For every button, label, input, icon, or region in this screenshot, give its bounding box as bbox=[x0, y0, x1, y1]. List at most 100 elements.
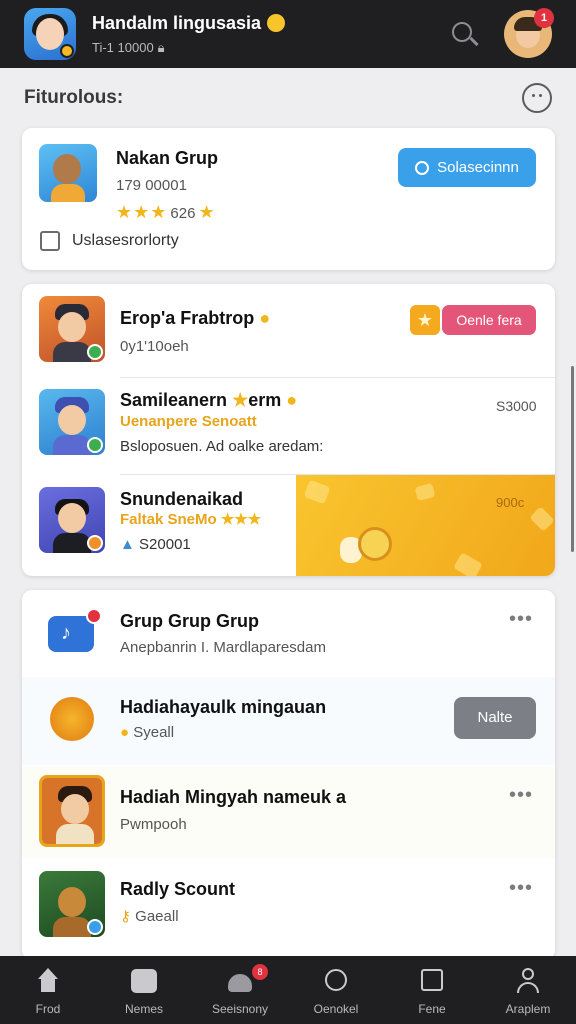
more-icon[interactable]: ••• bbox=[509, 877, 533, 900]
group-action-button[interactable]: Nalte bbox=[454, 697, 536, 739]
featured-rating: ★★★ 626 ★ bbox=[116, 202, 216, 223]
nav-label: Araplem bbox=[505, 1002, 551, 1016]
thumb-body bbox=[53, 533, 91, 553]
promo-banner[interactable]: 900c bbox=[296, 475, 555, 576]
list-item-accent: Uenanpere Senoatt bbox=[120, 413, 257, 430]
group-sub-text: Gaeall bbox=[135, 908, 179, 925]
star-icon: ★ bbox=[232, 390, 249, 410]
checkbox-label: Uslasesrorlorty bbox=[72, 232, 179, 249]
music-icon: ♪ bbox=[48, 608, 102, 652]
nav-item-home[interactable]: Frod bbox=[0, 956, 96, 1024]
top-bar: Handalm lingusasia Ti-1 10000 🔒︎ 1 bbox=[0, 0, 576, 68]
list-item-title: Snundenaikad bbox=[120, 489, 244, 509]
rating-value: 626 bbox=[170, 205, 196, 222]
lock-icon: 🔒︎ bbox=[157, 39, 165, 55]
group-thumbnail bbox=[39, 775, 105, 847]
list-item[interactable]: ♪ Grup Grup Grup Anepbanrin I. Mardlapar… bbox=[22, 590, 555, 676]
avatar-face bbox=[36, 18, 64, 50]
featured-action-button[interactable]: Solasecinnn bbox=[398, 148, 536, 187]
user-avatar[interactable]: 1 bbox=[504, 8, 554, 58]
confetti-shape bbox=[453, 552, 483, 576]
thumb-head bbox=[58, 503, 86, 533]
note-glyph: ♪ bbox=[61, 622, 71, 644]
list-item-sub: ▲ S20001 bbox=[120, 536, 191, 553]
confetti-shape bbox=[529, 506, 555, 532]
key-icon: ⚷ bbox=[120, 908, 131, 925]
nav-badge: 8 bbox=[252, 964, 268, 980]
thumb-body bbox=[53, 342, 91, 362]
edit-frame bbox=[421, 969, 443, 991]
thumb-body bbox=[56, 824, 94, 844]
alert-badge bbox=[86, 608, 102, 624]
option-checkbox[interactable] bbox=[40, 231, 60, 251]
more-icon[interactable]: ••• bbox=[509, 608, 533, 631]
group-thumbnail bbox=[39, 871, 105, 937]
game-tile bbox=[131, 969, 157, 993]
group-sub: ● Syeall bbox=[120, 724, 174, 741]
confetti-shape bbox=[303, 479, 331, 505]
group-title: Radly Scount bbox=[120, 879, 236, 899]
title-block: Handalm lingusasia Ti-1 10000 🔒︎ bbox=[92, 13, 446, 56]
list-item-sub-text: S20001 bbox=[139, 536, 191, 553]
profile-head bbox=[522, 968, 534, 980]
mascot-head bbox=[53, 154, 81, 184]
coin-icon bbox=[60, 44, 74, 58]
people-shape bbox=[228, 974, 252, 992]
emoji-button[interactable] bbox=[522, 83, 552, 113]
app-title-row: Handalm lingusasia bbox=[92, 13, 446, 34]
featured-meta: 179 00001 bbox=[116, 177, 187, 194]
list-item-accent: Faltak SneMo ★★★ bbox=[120, 510, 261, 528]
list-item-title: Erop'a Frabtrop ● bbox=[120, 308, 270, 329]
list-action-button[interactable]: Oenle fera bbox=[442, 305, 536, 335]
smile-emoji-icon: ● bbox=[120, 724, 130, 741]
coin-icon bbox=[358, 527, 392, 561]
section-header: Fiturolous: bbox=[24, 82, 552, 114]
featured-card[interactable]: Nakan Grup 179 00001 ★★★ 626 ★ Solasecinnn… bbox=[22, 128, 555, 270]
list-item-title-text: Erop'a Frabtrop bbox=[120, 308, 255, 328]
app-avatar[interactable] bbox=[24, 8, 76, 60]
edit-icon bbox=[418, 968, 446, 994]
nav-label: Seeisnony bbox=[211, 1002, 269, 1016]
scrollbar[interactable] bbox=[571, 366, 574, 552]
nav-label: Oenokel bbox=[313, 1002, 359, 1016]
app-subtitle: Ti-1 10000 bbox=[92, 40, 154, 55]
more-icon[interactable]: ••• bbox=[509, 784, 533, 807]
list-thumbnail bbox=[39, 296, 105, 362]
nav-item-edit[interactable]: Fene bbox=[384, 956, 480, 1024]
section-title: Fiturolous: bbox=[24, 87, 124, 108]
list-item[interactable]: Hadiah Mingyah nameuk a Pwmpooh ••• bbox=[22, 766, 555, 858]
nav-item-games[interactable]: Nemes bbox=[96, 956, 192, 1024]
nav-item-chat[interactable]: Oenokel bbox=[288, 956, 384, 1024]
star-icon: ★★★ bbox=[116, 202, 168, 222]
list-item-sub: Bsloposuen. Ad oalke aredam: bbox=[120, 438, 324, 455]
chat-icon bbox=[322, 968, 350, 994]
home-roof bbox=[38, 968, 58, 979]
groups-card: ♪ Grup Grup Grup Anepbanrin I. Mardlapar… bbox=[22, 590, 555, 960]
bottom-nav: Frod Nemes 8 Seeisnony Oenokel Fene Arap… bbox=[0, 956, 576, 1024]
thumb-body bbox=[53, 917, 91, 937]
confetti-shape bbox=[414, 482, 436, 502]
nav-item-social[interactable]: 8 Seeisnony bbox=[192, 956, 288, 1024]
profile-icon bbox=[514, 968, 542, 994]
list-thumbnail bbox=[39, 389, 105, 455]
crown-icon: ● bbox=[259, 308, 271, 328]
status-badge bbox=[87, 535, 103, 551]
thumb-head bbox=[58, 312, 86, 342]
nav-item-profile[interactable]: Araplem bbox=[480, 956, 576, 1024]
search-button[interactable] bbox=[446, 14, 486, 54]
list-item-tag: erm bbox=[248, 390, 282, 410]
list-item-title-text: Samileanern bbox=[120, 390, 228, 410]
list-item[interactable]: Hadiahayaulk mingauan ● Syeall Nalte bbox=[22, 677, 555, 765]
thumb-head bbox=[61, 794, 89, 824]
status-badge bbox=[87, 344, 103, 360]
list-item-title: Samileanern ★erm ● bbox=[120, 390, 297, 411]
featured-title: Nakan Grup bbox=[116, 148, 219, 168]
star-icon: ★ bbox=[198, 202, 216, 222]
crown-icon: ● bbox=[286, 390, 298, 410]
nav-label: Nemes bbox=[124, 1002, 163, 1016]
group-title: Hadiah Mingyah nameuk a bbox=[120, 787, 347, 807]
group-title: Grup Grup Grup bbox=[120, 611, 259, 631]
chat-bubble bbox=[325, 969, 347, 991]
featured-action-label: Solasecinnn bbox=[437, 159, 519, 176]
list-item[interactable]: Radly Scount ⚷ Gaeall ••• bbox=[22, 859, 555, 960]
